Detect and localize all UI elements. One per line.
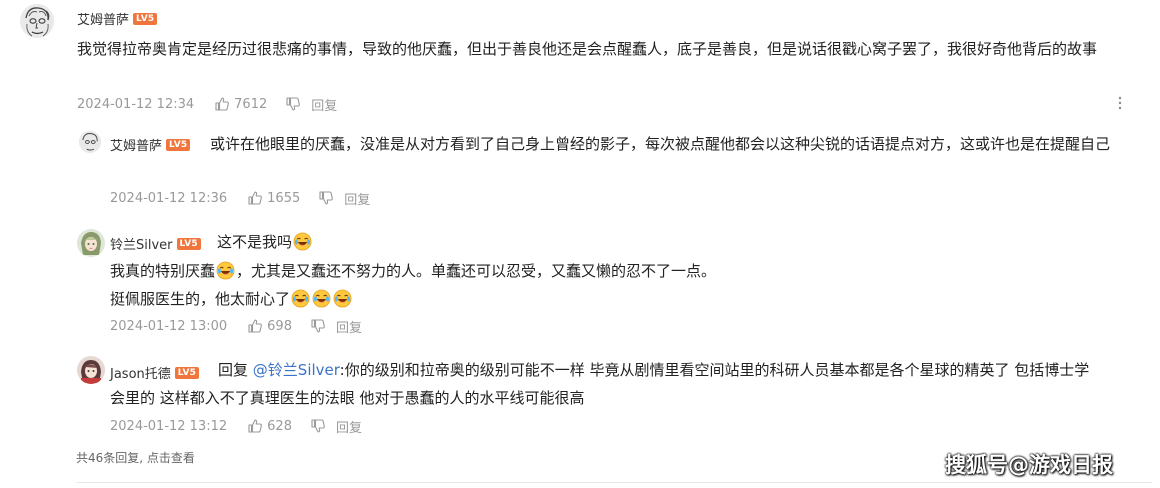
like-button[interactable]: 698: [247, 318, 292, 334]
username[interactable]: 铃兰Silver: [110, 234, 173, 253]
username[interactable]: 艾姆普萨: [77, 9, 129, 28]
like-button[interactable]: 7612: [214, 96, 267, 112]
reply-text-segment: 这不是我吗: [217, 233, 293, 251]
reply-prefix: 回复: [218, 361, 249, 379]
reply-meta: 2024-01-12 12:36 1655 回复: [110, 189, 370, 208]
dislike-button[interactable]: [310, 418, 326, 434]
laugh-cry-emoji-icon: [293, 232, 312, 251]
reply-text: 或许在他眼里的厌蠢，没准是从对方看到了自己身上曾经的影子，每次被点醒他都会以这种…: [210, 135, 1111, 153]
like-button[interactable]: 1655: [247, 190, 300, 206]
reply-meta: 2024-01-12 13:00 698 回复: [110, 317, 362, 336]
reply-text-segment: 我真的特别厌蠢: [110, 262, 216, 280]
timestamp: 2024-01-12 13:00: [110, 318, 228, 334]
avatar[interactable]: [79, 131, 101, 153]
like-count: 7612: [234, 96, 268, 112]
reply-button[interactable]: 回复: [311, 95, 337, 114]
reply-text-line: 我真的特别厌蠢 ，尤其是又蠢还不努力的人。单蠢还可以忍受，又蠢又懒的忍不了一点。: [110, 257, 716, 285]
avatar-anime-character-icon: [77, 356, 105, 384]
thumb-up-icon: [247, 190, 263, 206]
more-vertical-icon[interactable]: [1117, 96, 1123, 110]
avatar[interactable]: [77, 229, 105, 257]
avatar-anime-character-icon: [77, 229, 105, 257]
reply-meta: 2024-01-12 13:12 628 回复: [110, 417, 362, 436]
view-all-replies-link[interactable]: 共46条回复, 点击查看: [76, 449, 195, 466]
avatar-sketch-face-icon: [79, 131, 101, 153]
reply-text-segment: 挺佩服医生的，他太耐心了: [110, 290, 291, 308]
comment-text: 我觉得拉帝奥肯定是经历过很悲痛的事情，导致的他厌蠢，但出于善良他还是会点醒蠢人，…: [77, 40, 1098, 58]
reply-text-line: 会里的 这样都入不了真理医生的法眼 他对于愚蠢的人的水平线可能很高: [110, 389, 585, 407]
dislike-button[interactable]: [285, 96, 301, 112]
thumb-up-icon: [247, 318, 263, 334]
level-badge: LV5: [176, 237, 201, 250]
reply-button[interactable]: 回复: [336, 317, 362, 336]
avatar[interactable]: [77, 356, 105, 384]
reply-button[interactable]: 回复: [336, 417, 362, 436]
dislike-button[interactable]: [310, 318, 326, 334]
avatar[interactable]: [20, 4, 54, 38]
thumb-up-icon: [214, 96, 230, 112]
laugh-cry-emoji-icon: [333, 289, 352, 308]
timestamp: 2024-01-12 12:36: [110, 190, 228, 206]
thumb-up-icon: [247, 418, 263, 434]
watermark: 搜狐号@游戏日报: [945, 453, 1113, 477]
reply-header: Jason托德 LV5: [110, 363, 200, 382]
level-badge: LV5: [133, 12, 158, 25]
laugh-cry-emoji-icon: [216, 261, 235, 280]
reply-text-segment: ，尤其是又蠢还不努力的人。单蠢还可以忍受，又蠢又懒的忍不了一点。: [236, 262, 717, 280]
divider: [76, 482, 1152, 483]
reply-header: 铃兰Silver LV5: [110, 234, 201, 253]
reply-text-line: 回复 @铃兰Silver:你的级别和拉帝奥的级别可能不一样 毕竟从剧情里看空间站…: [218, 356, 1089, 384]
dislike-button[interactable]: [318, 190, 334, 206]
avatar-sketch-face-icon: [20, 4, 54, 38]
timestamp: 2024-01-12 13:12: [110, 418, 228, 434]
like-count: 698: [267, 318, 292, 334]
laugh-cry-emoji-icon: [312, 289, 331, 308]
reply-text-line: 挺佩服医生的，他太耐心了: [110, 285, 353, 313]
thumb-down-icon: [310, 318, 326, 334]
reply-text-line: 这不是我吗: [217, 228, 313, 256]
thumb-down-icon: [310, 418, 326, 434]
thumb-down-icon: [318, 190, 334, 206]
comment-meta: 2024-01-12 12:34 7612 回复: [77, 95, 337, 114]
laugh-cry-emoji-icon: [291, 289, 310, 308]
reply-text-segment: :你的级别和拉帝奥的级别可能不一样 毕竟从剧情里看空间站里的科研人员基本都是各个…: [339, 361, 1090, 379]
comment-header: 艾姆普萨 LV5: [77, 9, 158, 28]
username[interactable]: Jason托德: [110, 363, 171, 382]
like-button[interactable]: 628: [247, 418, 292, 434]
like-count: 628: [267, 418, 292, 434]
level-badge: LV5: [174, 366, 200, 379]
timestamp: 2024-01-12 12:34: [77, 96, 195, 112]
mention-link[interactable]: @铃兰Silver: [253, 361, 340, 379]
reply-button[interactable]: 回复: [344, 189, 370, 208]
like-count: 1655: [267, 190, 301, 206]
thumb-down-icon: [285, 96, 301, 112]
